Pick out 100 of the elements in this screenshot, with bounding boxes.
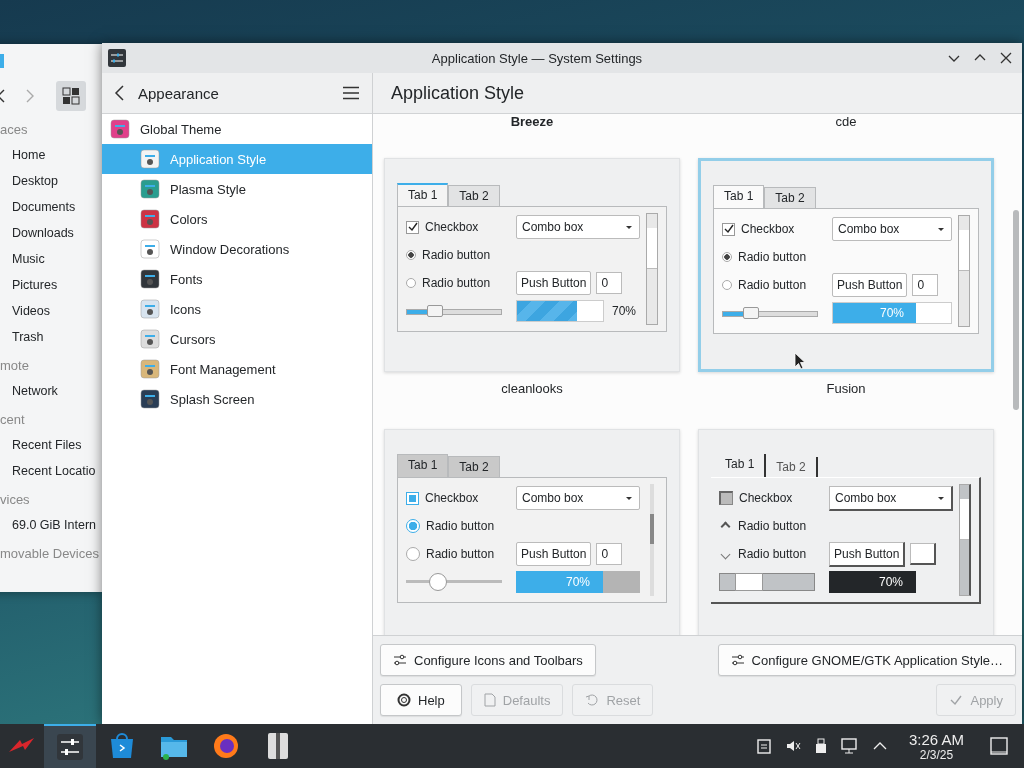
- radio-button[interactable]: [406, 519, 420, 533]
- radio-button[interactable]: [406, 547, 420, 561]
- scrollbar[interactable]: [958, 215, 970, 327]
- network-icon[interactable]: [840, 738, 859, 754]
- sidebar-item[interactable]: Cursors: [102, 324, 372, 354]
- checkbox[interactable]: [406, 491, 419, 505]
- sidebar-item[interactable]: Icons: [102, 294, 372, 324]
- combo-box[interactable]: Combo box: [832, 217, 952, 241]
- slider-handle[interactable]: [426, 305, 443, 317]
- sidebar-title: Appearance: [138, 84, 220, 102]
- progress-text: 70%: [565, 575, 591, 589]
- preview-tab[interactable]: Tab 1: [397, 454, 449, 477]
- places-item[interactable]: Home: [0, 142, 46, 168]
- slider-handle[interactable]: [428, 573, 447, 591]
- preview-tab[interactable]: Tab 2: [764, 187, 816, 208]
- spin-box[interactable]: 0: [912, 274, 939, 296]
- push-button[interactable]: Push Button: [516, 542, 592, 566]
- sidebar-item[interactable]: Colors: [102, 204, 372, 234]
- style-preview-card[interactable]: Tab 1 Tab 2 Checkbox Combo box Radio button Radio button Push Button 0 70%: [698, 158, 994, 372]
- clock[interactable]: 3:26 AM 2/3/25: [900, 730, 976, 762]
- spin-box[interactable]: 0: [596, 272, 623, 294]
- section-header: cent: [0, 411, 25, 429]
- sidebar-item[interactable]: Global Theme: [102, 114, 372, 144]
- clipboard-icon[interactable]: [756, 738, 771, 754]
- muted-speaker-icon[interactable]: [784, 738, 801, 754]
- sidebar-item[interactable]: Splash Screen: [102, 384, 372, 414]
- sidebar-item[interactable]: Window Decorations: [102, 234, 372, 264]
- settings-icon[interactable]: [44, 724, 96, 768]
- slider-handle[interactable]: [735, 573, 763, 591]
- preview-tab[interactable]: Tab 2: [448, 185, 500, 206]
- slider[interactable]: [406, 573, 502, 591]
- style-preview-card[interactable]: Tab 1 Tab 2 Checkbox Combo box Radio button Radio button Push Button 70%: [698, 429, 994, 635]
- style-name: cde: [835, 114, 857, 129]
- spin-box[interactable]: [910, 543, 937, 565]
- checkbox[interactable]: [722, 222, 735, 236]
- sliders-icon: [393, 654, 407, 666]
- combo-box[interactable]: Combo box: [516, 215, 640, 239]
- document-icon: [483, 693, 496, 707]
- preview-tab[interactable]: Tab 1: [397, 183, 449, 206]
- push-button[interactable]: Push Button: [832, 273, 908, 297]
- places-item[interactable]: Network: [0, 378, 58, 404]
- scrollbar[interactable]: [650, 484, 654, 596]
- checkbox-label: Checkbox: [425, 491, 479, 505]
- section-header: vices: [0, 491, 30, 509]
- places-item[interactable]: Trash: [0, 324, 44, 350]
- combo-box[interactable]: Combo box: [516, 486, 640, 510]
- places-item[interactable]: 69.0 GiB Intern: [0, 512, 97, 538]
- style-preview-card[interactable]: Tab 1 Tab 2 Checkbox Combo box Radio button Radio button Push Button 0 70%: [384, 158, 680, 372]
- radio-label: Radio button: [422, 248, 491, 262]
- preview-tab[interactable]: Tab 1: [713, 185, 765, 208]
- radio-label: Radio button: [738, 547, 807, 561]
- back-icon[interactable]: [114, 84, 126, 102]
- spin-box[interactable]: 0: [596, 543, 623, 565]
- close-icon[interactable]: [1000, 52, 1012, 64]
- places-item[interactable]: Music: [0, 246, 45, 272]
- slider[interactable]: [719, 573, 815, 591]
- configure-button[interactable]: Configure Icons and Toolbars: [380, 644, 596, 676]
- style-name: Fusion: [826, 381, 866, 396]
- combo-box[interactable]: Combo box: [829, 485, 953, 511]
- radio-label: Radio button: [422, 276, 491, 290]
- radio-label: Radio button: [426, 547, 495, 561]
- radio-button[interactable]: [406, 250, 416, 260]
- sidebar-item[interactable]: Font Management: [102, 354, 372, 384]
- places-item[interactable]: Desktop: [0, 168, 58, 194]
- show-desktop-icon[interactable]: [990, 737, 1008, 755]
- menu-icon[interactable]: [342, 86, 360, 100]
- scrollbar[interactable]: [646, 213, 658, 325]
- radio-label: Radio button: [738, 250, 807, 264]
- window-title: Application Style — System Settings: [430, 50, 644, 66]
- slider[interactable]: [406, 302, 502, 320]
- checkbox[interactable]: [406, 220, 419, 234]
- push-button[interactable]: Push Button: [516, 271, 592, 295]
- sidebar-item[interactable]: Plasma Style: [102, 174, 372, 204]
- preview-tab[interactable]: Tab 2: [448, 456, 500, 477]
- places-item[interactable]: Recent Locatio: [0, 458, 96, 484]
- radio-button[interactable]: [406, 278, 416, 288]
- help-button[interactable]: Help: [380, 684, 462, 716]
- radio-button[interactable]: [722, 252, 732, 262]
- caret-up-icon[interactable]: [872, 741, 887, 751]
- radio-label: Radio button: [426, 519, 495, 533]
- checkbox-label: Checkbox: [739, 491, 793, 505]
- style-preview-card[interactable]: Tab 1 Tab 2 Checkbox Combo box Radio button Radio button Push Button 0 70%: [384, 429, 680, 635]
- checkbox[interactable]: [719, 491, 733, 505]
- push-button[interactable]: Push Button: [829, 541, 906, 567]
- slider-handle[interactable]: [742, 307, 759, 319]
- places-item[interactable]: Downloads: [0, 220, 74, 246]
- sliders-icon: [730, 654, 745, 666]
- page-title: Application Style: [391, 82, 525, 104]
- view-mode-button[interactable]: [56, 81, 86, 111]
- sidebar-item[interactable]: Fonts: [102, 264, 372, 294]
- configure-button[interactable]: Configure GNOME/GTK Application Style…: [717, 644, 1016, 676]
- help-icon: [397, 693, 411, 707]
- radio-label: Radio button: [738, 519, 807, 533]
- places-item[interactable]: Recent Files: [0, 432, 82, 458]
- places-item[interactable]: Pictures: [0, 272, 58, 298]
- scrollbar[interactable]: [959, 484, 971, 596]
- slider[interactable]: [722, 304, 818, 322]
- places-item[interactable]: Documents: [0, 194, 76, 220]
- places-item[interactable]: Videos: [0, 298, 50, 324]
- radio-button[interactable]: [722, 280, 732, 290]
